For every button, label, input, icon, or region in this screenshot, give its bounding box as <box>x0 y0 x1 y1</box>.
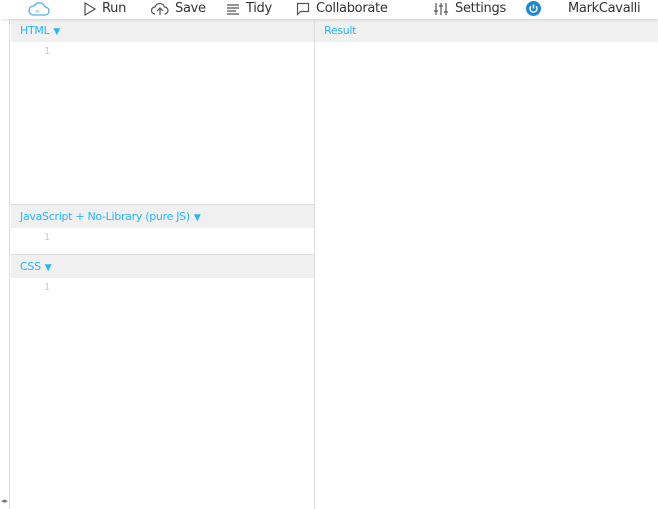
align-left-icon <box>227 3 239 15</box>
css-panel-title: CSS <box>20 260 41 273</box>
js-editor[interactable]: 1 <box>11 228 314 255</box>
run-label: Run <box>102 1 127 16</box>
collaborate-label: Collaborate <box>316 1 388 16</box>
save-label: Save <box>175 1 206 16</box>
result-frame[interactable] <box>315 42 658 509</box>
cloud-upload-icon <box>151 2 169 15</box>
line-number: 1 <box>44 46 51 57</box>
html-editor[interactable]: 1 <box>11 42 314 205</box>
html-panel-title: HTML <box>20 24 50 37</box>
html-panel-header[interactable]: HTML ▼ <box>11 19 314 42</box>
collaborate-button[interactable]: Collaborate <box>296 1 388 16</box>
dropdown-arrow-icon[interactable]: ▼ <box>194 213 201 223</box>
dropdown-arrow-icon[interactable]: ▼ <box>53 27 60 37</box>
js-panel-title: JavaScript + No-Library (pure JS) <box>20 210 190 223</box>
logo-icon[interactable]: ∞ <box>28 0 50 17</box>
result-panel: Result <box>314 19 658 509</box>
tidy-label: Tidy <box>246 1 272 16</box>
result-panel-title: Result <box>324 24 357 37</box>
tidy-button[interactable]: Tidy <box>226 1 272 16</box>
power-icon[interactable] <box>526 1 541 16</box>
js-panel-header[interactable]: JavaScript + No-Library (pure JS) ▼ <box>11 205 314 228</box>
settings-button[interactable]: Settings <box>433 1 506 16</box>
css-panel-header[interactable]: CSS ▼ <box>11 255 314 278</box>
username: MarkCavalli <box>568 1 641 16</box>
play-icon <box>84 1 96 16</box>
dropdown-arrow-icon[interactable]: ▼ <box>45 263 52 273</box>
editors-column: HTML ▼ 1 JavaScript + No-Library (pure JS… <box>11 19 314 509</box>
save-button[interactable]: Save <box>151 1 206 16</box>
result-panel-header: Result <box>315 19 658 42</box>
sidebar: ◂▸ <box>0 19 10 509</box>
svg-text:∞: ∞ <box>35 8 40 15</box>
user-menu[interactable]: MarkCavalli <box>568 1 641 16</box>
settings-label: Settings <box>455 1 506 16</box>
toolbar: ∞ Run Save Tidy Collaborate Settings Mar… <box>0 0 658 19</box>
chat-bubble-icon <box>296 2 310 16</box>
line-number: 1 <box>44 232 51 243</box>
line-number: 1 <box>44 282 51 293</box>
run-button[interactable]: Run <box>84 1 126 16</box>
sliders-icon <box>434 2 448 15</box>
collapse-sidebar-icon[interactable]: ◂▸ <box>1 497 8 505</box>
css-editor[interactable]: 1 <box>11 278 314 509</box>
